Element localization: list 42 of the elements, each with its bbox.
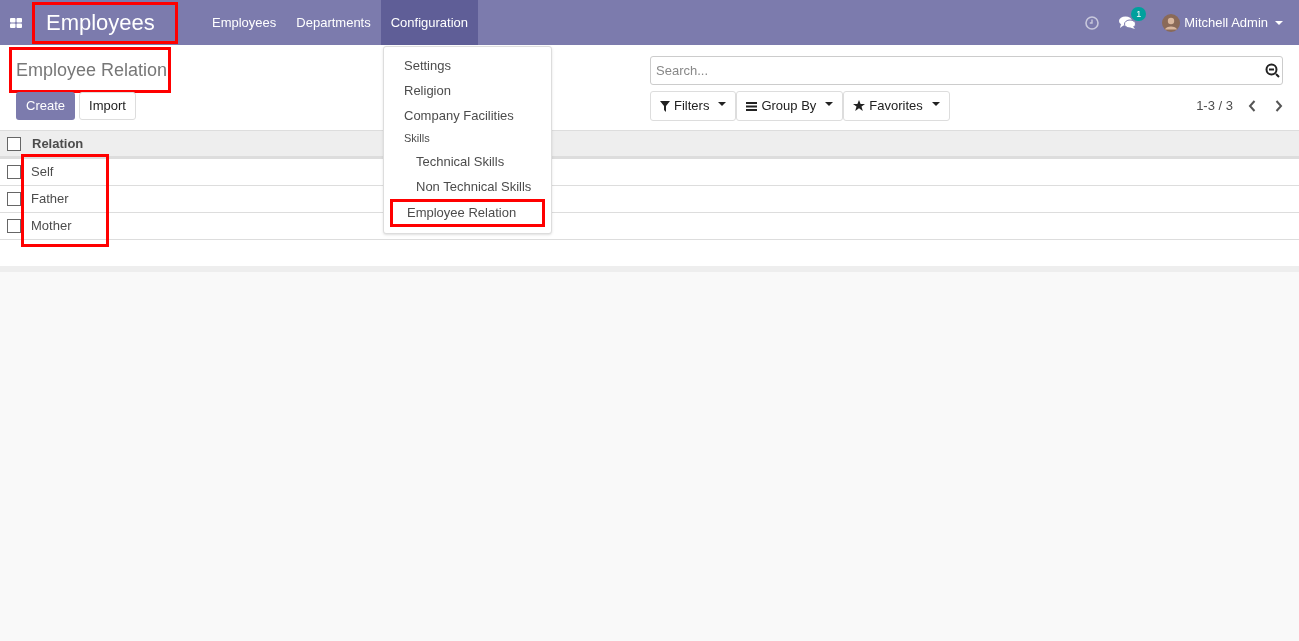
caret-icon [931, 102, 940, 106]
apps-grid-icon[interactable] [10, 17, 22, 28]
filter-dropdown-button[interactable]: Filters [650, 91, 737, 121]
dropdown-item[interactable]: Employee Relation [390, 199, 545, 227]
search-field[interactable]: Search... [650, 56, 1283, 85]
caret-icon [718, 102, 727, 106]
table-cell-text: Father [30, 190, 69, 209]
row-checkbox[interactable] [6, 165, 21, 179]
caret-icon [825, 102, 834, 106]
previous-icon[interactable] [1248, 100, 1256, 112]
menu-section-header: Skills [403, 131, 431, 147]
next-icon[interactable] [1275, 100, 1283, 112]
select-all-checkbox[interactable] [6, 136, 21, 151]
avatar-icon [1162, 13, 1181, 32]
filter-icon [660, 100, 670, 112]
dropdown-item[interactable]: Religion [384, 78, 551, 103]
create-button[interactable]: Create [16, 92, 76, 120]
list-icon [746, 101, 758, 111]
dropdown-item[interactable]: Technical Skills [384, 149, 551, 174]
dropdown-item[interactable]: Non Technical Skills [384, 174, 551, 199]
caret-icon[interactable] [1275, 20, 1283, 25]
row-checkbox[interactable] [6, 192, 21, 206]
nav-menu-item[interactable]: Employees [202, 0, 287, 45]
dropdown-item[interactable]: Settings [384, 53, 551, 78]
filter-dropdown-button[interactable]: Group By [736, 91, 844, 121]
nav-menu-item[interactable]: Departments [286, 0, 381, 45]
row-checkbox[interactable] [6, 219, 21, 233]
nav-menu-item[interactable]: Configuration [380, 0, 479, 45]
pager-value: 1-3 / 3 [1196, 97, 1233, 116]
filter-dropdown-button[interactable]: Favorites [843, 91, 950, 121]
user-name[interactable]: Mitchell Admin [1184, 12, 1268, 33]
table-cell-text: Self [30, 163, 54, 182]
table-cell-text: Mother [30, 217, 72, 236]
column-header[interactable]: Relation [27, 133, 84, 154]
page-title: Employee Relation [12, 50, 168, 90]
search-icon[interactable] [1265, 63, 1280, 78]
message-count-badge: 1 [1131, 6, 1147, 21]
app-title: Employees [35, 4, 175, 41]
chat-icon[interactable] [1119, 15, 1137, 30]
dropdown-item[interactable]: Company Facilities [384, 103, 551, 128]
import-button[interactable]: Import [79, 92, 136, 120]
star-icon [853, 100, 866, 112]
